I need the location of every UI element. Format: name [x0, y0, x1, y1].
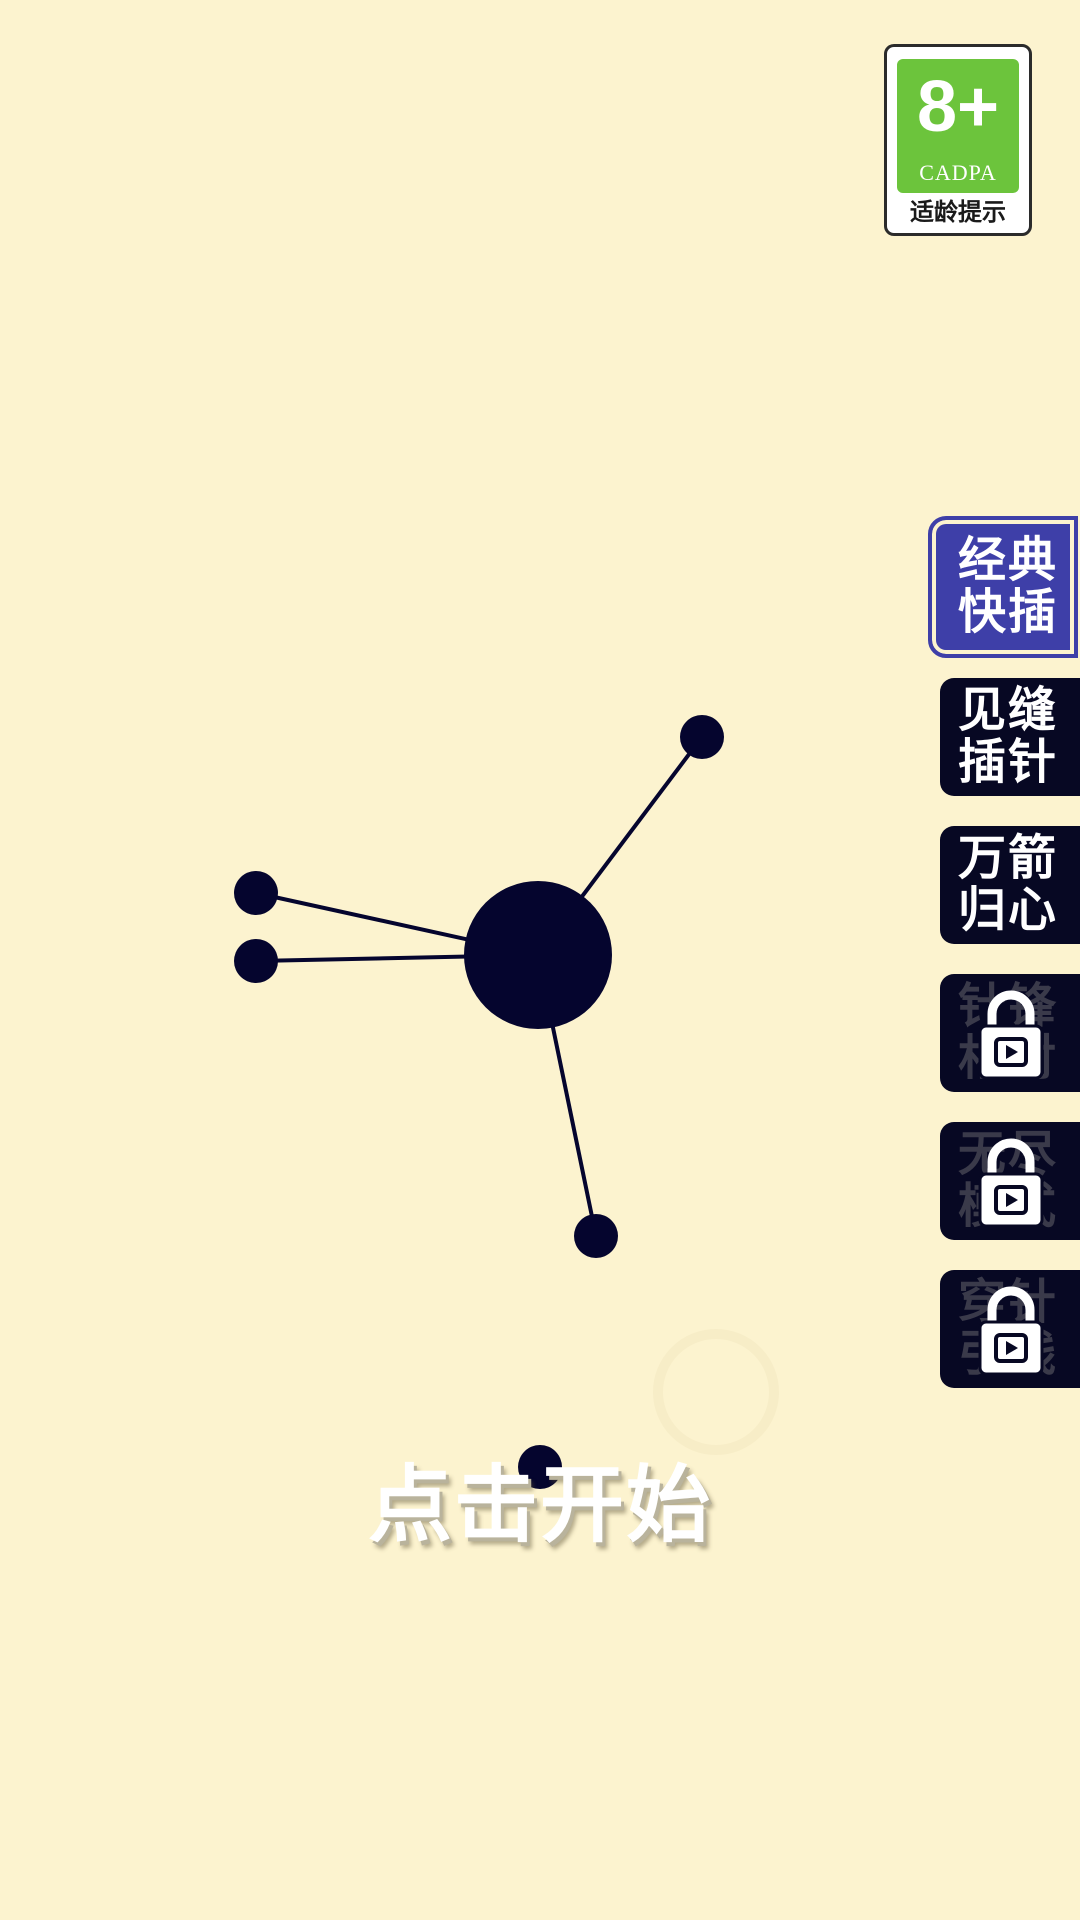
mode-button-arrows[interactable]: 万箭归心 [940, 826, 1080, 944]
tap-hint-ring [653, 1329, 779, 1455]
mode-button-locked-2[interactable]: 无尽模式 [940, 1122, 1080, 1240]
mode-button-classic[interactable]: 经典快插 [928, 516, 1078, 658]
mode-label: 万箭归心 [958, 830, 1059, 938]
game-board[interactable] [0, 0, 1080, 1920]
start-prompt[interactable]: 点击开始 [300, 1450, 780, 1560]
mode-button-squeeze[interactable]: 见缝插针 [940, 678, 1080, 796]
pin-head [234, 871, 278, 915]
pin-head [234, 939, 278, 983]
rotating-core [464, 881, 612, 1029]
pin-head [680, 715, 724, 759]
mode-button-locked-3[interactable]: 穿针引线 [940, 1270, 1080, 1388]
pin-head [574, 1214, 618, 1258]
mode-label: 见缝插针 [958, 682, 1059, 790]
mode-button-locked-1[interactable]: 针锋相对 [940, 974, 1080, 1092]
game-screen[interactable]: 8+ CADPA 适龄提示 点击开始 经典快插 见缝插针 万箭归心 针锋 无尽 … [0, 0, 1080, 1920]
lock-video-icon [978, 1286, 1044, 1376]
lock-video-icon [978, 990, 1044, 1080]
lock-video-icon [978, 1138, 1044, 1228]
mode-label: 经典快插 [958, 532, 1059, 640]
